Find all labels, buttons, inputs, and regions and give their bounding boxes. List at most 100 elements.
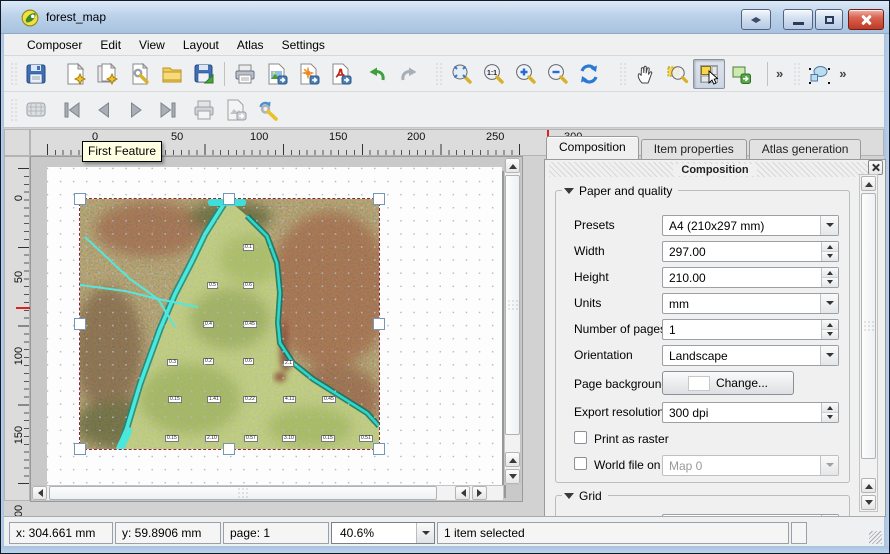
spin-up-button[interactable] [822, 268, 838, 278]
units-combo[interactable]: mm [662, 293, 839, 314]
panel-vertical-scrollbar[interactable] [859, 174, 878, 512]
zoom-actual-button[interactable]: 1:1 [477, 59, 509, 89]
world-file-map-combo[interactable]: Map 0 [662, 455, 839, 476]
restore-button[interactable] [815, 9, 843, 30]
window-resize-grip[interactable] [869, 531, 882, 544]
undo-button[interactable] [361, 59, 393, 89]
selection-handle-sw[interactable] [74, 443, 86, 455]
scroll-up-button[interactable] [505, 452, 520, 467]
menu-layout[interactable]: Layout [174, 35, 228, 55]
spin-down-button[interactable] [822, 330, 838, 339]
scroll-left-button[interactable] [32, 486, 47, 500]
combo-dropdown-button[interactable] [820, 216, 838, 235]
export-resolution-spinbox[interactable]: 300 dpi [662, 402, 839, 423]
selection-handle-s[interactable] [223, 443, 235, 455]
scroll-right-button[interactable] [472, 486, 487, 500]
canvas-vertical-scrollbar[interactable] [504, 157, 521, 485]
canvas-horizontal-scrollbar[interactable] [31, 485, 504, 501]
load-template-button[interactable] [156, 59, 188, 89]
add-shape-button[interactable] [803, 59, 835, 89]
dock-title-bar[interactable]: Composition [549, 162, 881, 177]
selection-handle-ne[interactable] [373, 193, 385, 205]
export-atlas-button[interactable] [220, 95, 252, 125]
menu-edit[interactable]: Edit [91, 35, 130, 55]
group-header[interactable]: Paper and quality [562, 183, 678, 199]
toolbar-drag-handle[interactable] [619, 62, 626, 86]
select-move-item-button[interactable] [693, 59, 725, 89]
save-as-template-button[interactable] [188, 59, 220, 89]
toolbar-drag-handle[interactable] [793, 62, 800, 86]
export-image-button[interactable] [261, 59, 293, 89]
scroll-up-button[interactable] [861, 176, 876, 191]
zoom-region-button[interactable] [661, 59, 693, 89]
last-feature-button[interactable] [152, 95, 184, 125]
window-swap-button[interactable] [741, 9, 771, 30]
spin-down-button[interactable] [822, 252, 838, 261]
scroll-up-button[interactable] [861, 478, 876, 493]
spin-up-button[interactable] [822, 403, 838, 413]
orientation-combo[interactable]: Landscape [662, 345, 839, 366]
print-button[interactable] [229, 59, 261, 89]
combo-dropdown-button[interactable] [820, 456, 838, 475]
selection-handle-nw[interactable] [74, 193, 86, 205]
scroll-down-button[interactable] [505, 469, 520, 484]
tab-item-properties[interactable]: Item properties [641, 139, 747, 159]
presets-combo[interactable]: A4 (210x297 mm) [662, 215, 839, 236]
close-button[interactable] [848, 9, 884, 30]
export-pdf-button[interactable] [325, 59, 357, 89]
zoom-level-combo[interactable]: 40.6% [331, 522, 435, 544]
page-background-change-button[interactable]: Change... [662, 371, 794, 395]
preview-atlas-button[interactable] [20, 95, 52, 125]
scroll-down-button[interactable] [861, 495, 876, 510]
duplicate-composer-button[interactable] [92, 59, 124, 89]
menu-settings[interactable]: Settings [273, 35, 334, 55]
spin-up-button[interactable] [822, 320, 838, 330]
spin-up-button[interactable] [822, 242, 838, 252]
selection-handle-se[interactable] [373, 443, 385, 455]
zoom-in-button[interactable] [509, 59, 541, 89]
scroll-up-button[interactable] [505, 158, 520, 173]
world-file-checkbox[interactable] [574, 457, 587, 470]
print-atlas-button[interactable] [188, 95, 220, 125]
selection-handle-n[interactable] [223, 193, 235, 205]
toolbar-drag-handle[interactable] [435, 62, 442, 86]
toolbar-overflow-chevron[interactable]: » [835, 66, 850, 81]
scroll-left-button[interactable] [455, 486, 470, 500]
map-item[interactable]: 0.10.50.60.40.450.30.20.62.10.151.410.22… [80, 199, 379, 449]
refresh-button[interactable] [573, 59, 605, 89]
composer-manager-button[interactable] [124, 59, 156, 89]
toolbar-drag-handle[interactable] [10, 62, 17, 86]
vertical-scroll-thumb[interactable] [861, 193, 876, 459]
width-spinbox[interactable]: 297.00 [662, 241, 839, 262]
spin-down-button[interactable] [822, 413, 838, 422]
redo-button[interactable] [393, 59, 425, 89]
number-of-pages-spinbox[interactable]: 1 [662, 319, 839, 340]
toolbar-drag-handle[interactable] [10, 98, 17, 122]
next-feature-button[interactable] [120, 95, 152, 125]
composition-canvas[interactable]: 0.10.50.60.40.450.30.20.62.10.151.410.22… [30, 156, 523, 502]
pan-button[interactable] [629, 59, 661, 89]
combo-dropdown-button[interactable] [820, 346, 838, 365]
menu-composer[interactable]: Composer [18, 35, 91, 55]
minimize-button[interactable] [783, 9, 813, 30]
menu-atlas[interactable]: Atlas [228, 35, 273, 55]
new-composer-button[interactable] [60, 59, 92, 89]
group-header[interactable]: Grid [562, 488, 608, 504]
toolbar-overflow-chevron[interactable]: » [772, 66, 787, 81]
spin-down-button[interactable] [822, 278, 838, 287]
previous-feature-button[interactable] [88, 95, 120, 125]
title-bar[interactable]: forest_map [1, 1, 889, 34]
combo-dropdown-button[interactable] [820, 294, 838, 313]
vertical-scroll-thumb[interactable] [505, 175, 520, 435]
print-as-raster-checkbox[interactable] [574, 431, 587, 444]
horizontal-scroll-thumb[interactable] [49, 486, 437, 500]
dock-close-button[interactable] [868, 160, 883, 175]
menu-view[interactable]: View [130, 35, 174, 55]
export-svg-button[interactable] [293, 59, 325, 89]
move-item-content-button[interactable] [725, 59, 757, 89]
selection-handle-e[interactable] [373, 318, 385, 330]
zoom-full-button[interactable] [445, 59, 477, 89]
zoom-out-button[interactable] [541, 59, 573, 89]
first-feature-button[interactable] [56, 95, 88, 125]
height-spinbox[interactable]: 210.00 [662, 267, 839, 288]
